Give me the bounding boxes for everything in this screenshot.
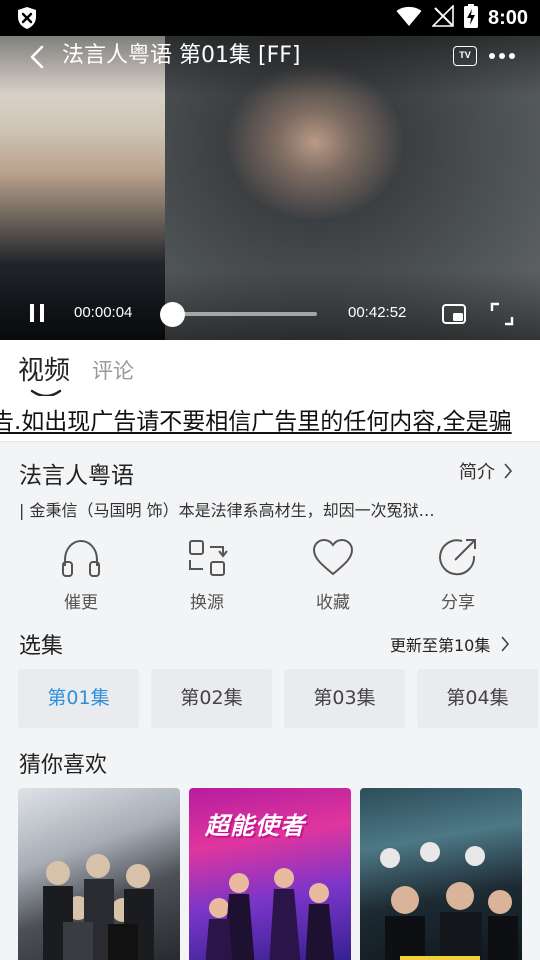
notice-marquee: 告.如出现广告请不要相信广告里的任何内容,全是骗 — [0, 396, 540, 442]
switch-source-button[interactable]: 换源 — [157, 532, 257, 617]
switch-source-label: 换源 — [190, 593, 224, 613]
urge-update-button[interactable]: 催更 — [31, 532, 131, 617]
progress-thumb[interactable] — [160, 302, 185, 327]
no-signal-icon — [431, 4, 454, 31]
video-player[interactable]: 法言人粤语 第01集 [FF] TV 00:00:04 00:42:52 — [0, 36, 540, 340]
poster-logo: 超能使者 — [205, 812, 305, 840]
share-button[interactable]: 分享 — [408, 532, 508, 617]
episode-item[interactable]: 第04集 — [417, 669, 538, 728]
total-time: 00:42:52 — [348, 304, 407, 321]
status-bar: 8:00 — [0, 0, 540, 36]
intro-label: 简介 — [459, 462, 495, 483]
back-icon[interactable] — [22, 42, 52, 72]
battery-charging-icon — [463, 4, 478, 32]
switch-source-icon — [189, 540, 228, 576]
share-label: 分享 — [441, 593, 475, 613]
tab-active-indicator — [30, 384, 62, 398]
heart-icon — [312, 538, 354, 576]
intro-button[interactable]: 简介 — [459, 458, 513, 484]
progress-track[interactable] — [172, 312, 317, 316]
episodes-heading: 选集 — [19, 634, 64, 659]
more-icon[interactable] — [489, 42, 519, 70]
action-row: 催更 换源 收藏 分享 — [0, 532, 540, 617]
urge-update-label: 催更 — [64, 593, 98, 613]
share-icon — [439, 539, 476, 576]
episodes-update-label: 更新至第10集 — [390, 636, 491, 655]
episode-list: 第01集 第02集 第03集 第04集 — [18, 669, 540, 729]
recommendation-poster[interactable] — [360, 788, 522, 960]
clock: 8:00 — [487, 6, 528, 29]
tab-bar: 视频 评论 — [0, 340, 540, 398]
wifi-icon — [396, 5, 422, 31]
episode-item[interactable]: 第01集 — [18, 669, 139, 728]
tab-comments[interactable]: 评论 — [92, 355, 134, 385]
episodes-more-button[interactable]: 更新至第10集 — [390, 632, 510, 656]
favorite-button[interactable]: 收藏 — [283, 532, 383, 617]
chevron-right-icon — [501, 636, 510, 652]
recommendation-poster[interactable] — [18, 788, 180, 960]
poster-image — [205, 868, 335, 960]
episode-item[interactable]: 第02集 — [151, 669, 272, 728]
video-title: 法言人粤语 第01集 [FF] — [62, 43, 301, 68]
notice-text: 告.如出现广告请不要相信广告里的任何内容,全是骗 — [0, 409, 512, 435]
tv-cast-icon[interactable]: TV — [453, 46, 477, 66]
current-time: 00:00:04 — [74, 304, 133, 321]
fullscreen-icon[interactable] — [490, 302, 514, 326]
poster-image — [43, 854, 154, 960]
chevron-right-icon — [504, 463, 513, 479]
poster-image — [380, 842, 518, 960]
tab-video[interactable]: 视频 — [18, 350, 70, 387]
pip-icon[interactable] — [442, 304, 466, 324]
episode-item[interactable]: 第03集 — [284, 669, 405, 728]
show-title: 法言人粤语 — [19, 463, 134, 489]
vpn-shield-icon — [16, 6, 38, 30]
recommendations-heading: 猜你喜欢 — [19, 753, 108, 778]
synopsis: | 金秉信（马国明 饰）本是法律系高材生，却因一次冤狱… — [19, 501, 435, 520]
favorite-label: 收藏 — [316, 593, 350, 613]
pause-icon[interactable] — [28, 304, 46, 324]
recommendation-poster[interactable]: 超能使者 — [189, 788, 351, 960]
headphones-icon — [62, 539, 100, 577]
